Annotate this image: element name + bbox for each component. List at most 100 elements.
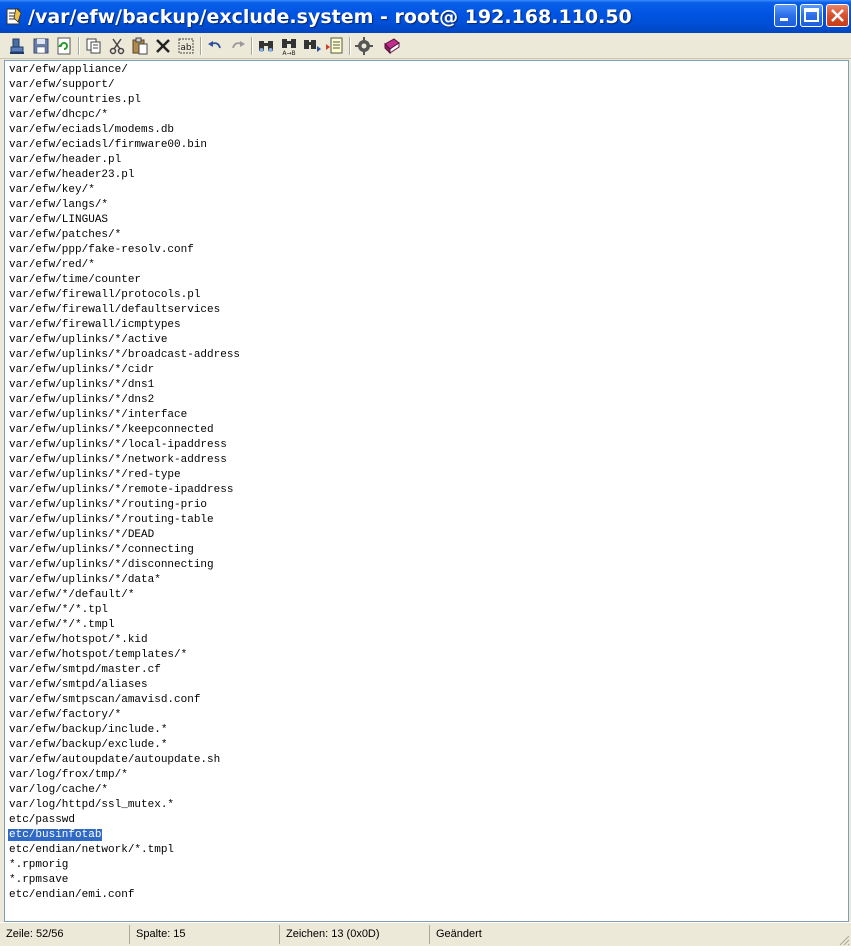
open-remote-icon[interactable] <box>8 36 28 56</box>
text-line-content: *.rpmorig <box>9 859 69 871</box>
text-line[interactable]: var/efw/time/counter <box>8 273 241 288</box>
text-line-content: etc/endian/emi.conf <box>9 889 135 901</box>
text-line[interactable]: var/efw/uplinks/*/remote-ipaddress <box>8 483 241 498</box>
text-line[interactable]: var/efw/backup/exclude.* <box>8 738 241 753</box>
notepad-icon[interactable] <box>6 7 22 25</box>
help-book-icon[interactable] <box>382 36 402 56</box>
goto-line-icon[interactable] <box>325 36 345 56</box>
text-line[interactable]: var/efw/key/* <box>8 183 241 198</box>
text-line[interactable]: var/efw/hotspot/*.kid <box>8 633 241 648</box>
text-line[interactable]: var/efw/eciadsl/firmware00.bin <box>8 138 241 153</box>
text-line[interactable]: var/efw/uplinks/*/routing-prio <box>8 498 241 513</box>
save-icon[interactable] <box>31 36 51 56</box>
text-editor-area[interactable]: var/efw/appliance/var/efw/support/var/ef… <box>4 60 849 922</box>
text-line[interactable]: var/efw/uplinks/*/DEAD <box>8 528 241 543</box>
text-line[interactable]: var/efw/uplinks/*/red-type <box>8 468 241 483</box>
text-line-content: var/efw/*/*.tmpl <box>9 619 115 631</box>
close-button[interactable] <box>826 4 849 27</box>
text-line-content: var/efw/smtpd/aliases <box>9 679 148 691</box>
text-line[interactable]: var/efw/uplinks/*/routing-table <box>8 513 241 528</box>
text-line-content: var/efw/backup/exclude.* <box>9 739 168 751</box>
text-line-content: var/efw/uplinks/*/dns1 <box>9 379 155 391</box>
text-line[interactable]: var/efw/firewall/icmptypes <box>8 318 241 333</box>
text-line-content: var/efw/firewall/defaultservices <box>9 304 221 316</box>
text-line[interactable]: var/efw/uplinks/*/data* <box>8 573 241 588</box>
text-line-content: var/efw/backup/include.* <box>9 724 168 736</box>
minimize-button[interactable] <box>774 4 797 27</box>
text-line-content: var/efw/uplinks/*/connecting <box>9 544 194 556</box>
redo-icon[interactable] <box>228 36 248 56</box>
text-line[interactable]: var/efw/langs/* <box>8 198 241 213</box>
cut-icon[interactable] <box>107 36 127 56</box>
text-line[interactable]: etc/businfotab <box>8 828 241 843</box>
text-line[interactable]: var/efw/smtpd/master.cf <box>8 663 241 678</box>
text-line[interactable]: var/efw/dhcpc/* <box>8 108 241 123</box>
text-line[interactable]: var/efw/header23.pl <box>8 168 241 183</box>
status-column: Spalte: 15 <box>130 925 280 944</box>
text-line[interactable]: var/efw/uplinks/*/broadcast-address <box>8 348 241 363</box>
text-line[interactable]: etc/endian/network/*.tmpl <box>8 843 241 858</box>
text-line[interactable]: var/efw/uplinks/*/cidr <box>8 363 241 378</box>
delete-icon[interactable] <box>153 36 173 56</box>
text-line[interactable]: var/efw/uplinks/*/dns2 <box>8 393 241 408</box>
text-line[interactable]: var/efw/hotspot/templates/* <box>8 648 241 663</box>
text-line-content: var/efw/hotspot/templates/* <box>9 649 188 661</box>
text-lines: var/efw/appliance/var/efw/support/var/ef… <box>8 63 241 903</box>
text-line[interactable]: var/log/cache/* <box>8 783 241 798</box>
copy-icon[interactable] <box>84 36 104 56</box>
status-modified: Geändert <box>436 928 482 940</box>
text-line[interactable]: var/efw/uplinks/*/connecting <box>8 543 241 558</box>
text-line[interactable]: var/efw/firewall/protocols.pl <box>8 288 241 303</box>
paste-icon[interactable] <box>130 36 150 56</box>
text-line[interactable]: var/efw/uplinks/*/keepconnected <box>8 423 241 438</box>
text-line[interactable]: var/efw/factory/* <box>8 708 241 723</box>
window-title: /var/efw/backup/exclude.system - root@ 1… <box>28 6 632 28</box>
refresh-icon[interactable] <box>54 36 74 56</box>
text-line-content: var/efw/eciadsl/modems.db <box>9 124 175 136</box>
text-line[interactable]: var/efw/uplinks/*/disconnecting <box>8 558 241 573</box>
resize-grip-icon[interactable] <box>838 933 850 946</box>
text-line[interactable]: var/efw/uplinks/*/dns1 <box>8 378 241 393</box>
text-line[interactable]: var/efw/autoupdate/autoupdate.sh <box>8 753 241 768</box>
text-line[interactable]: etc/endian/emi.conf <box>8 888 241 903</box>
text-line-content: var/efw/uplinks/*/keepconnected <box>9 424 214 436</box>
text-line[interactable]: var/log/frox/tmp/* <box>8 768 241 783</box>
text-line[interactable]: var/efw/backup/include.* <box>8 723 241 738</box>
text-line[interactable]: var/efw/smtpd/aliases <box>8 678 241 693</box>
text-line-content: var/efw/time/counter <box>9 274 142 286</box>
text-line[interactable]: var/efw/uplinks/*/local-ipaddress <box>8 438 241 453</box>
title-bar[interactable]: /var/efw/backup/exclude.system - root@ 1… <box>0 0 851 33</box>
text-line[interactable]: var/efw/*/*.tmpl <box>8 618 241 633</box>
text-line[interactable]: var/efw/LINGUAS <box>8 213 241 228</box>
text-line[interactable]: var/efw/appliance/ <box>8 63 241 78</box>
find-icon[interactable] <box>256 36 276 56</box>
text-line[interactable]: var/efw/ppp/fake-resolv.conf <box>8 243 241 258</box>
text-line[interactable]: var/efw/header.pl <box>8 153 241 168</box>
text-line[interactable]: var/log/httpd/ssl_mutex.* <box>8 798 241 813</box>
text-line[interactable]: var/efw/uplinks/*/network-address <box>8 453 241 468</box>
text-line[interactable]: var/efw/patches/* <box>8 228 241 243</box>
text-line-content: var/log/httpd/ssl_mutex.* <box>9 799 175 811</box>
text-line-content: var/efw/uplinks/*/remote-ipaddress <box>9 484 234 496</box>
settings-icon[interactable] <box>354 36 374 56</box>
maximize-button[interactable] <box>800 4 823 27</box>
text-line[interactable]: var/efw/uplinks/*/active <box>8 333 241 348</box>
replace-icon[interactable] <box>302 36 322 56</box>
text-line[interactable]: var/efw/support/ <box>8 78 241 93</box>
text-line[interactable]: var/efw/*/*.tpl <box>8 603 241 618</box>
text-line-content: var/efw/uplinks/*/disconnecting <box>9 559 214 571</box>
text-line[interactable]: etc/passwd <box>8 813 241 828</box>
find-next-icon[interactable]: A→B <box>279 36 299 56</box>
text-line[interactable]: var/efw/smtpscan/amavisd.conf <box>8 693 241 708</box>
text-line[interactable]: *.rpmsave <box>8 873 241 888</box>
text-line[interactable]: var/efw/uplinks/*/interface <box>8 408 241 423</box>
text-line-content: var/log/frox/tmp/* <box>9 769 128 781</box>
text-line[interactable]: var/efw/eciadsl/modems.db <box>8 123 241 138</box>
text-line[interactable]: var/efw/*/default/* <box>8 588 241 603</box>
text-line[interactable]: var/efw/firewall/defaultservices <box>8 303 241 318</box>
select-all-icon[interactable]: ab <box>176 36 196 56</box>
text-line[interactable]: *.rpmorig <box>8 858 241 873</box>
undo-icon[interactable] <box>205 36 225 56</box>
text-line[interactable]: var/efw/countries.pl <box>8 93 241 108</box>
text-line[interactable]: var/efw/red/* <box>8 258 241 273</box>
